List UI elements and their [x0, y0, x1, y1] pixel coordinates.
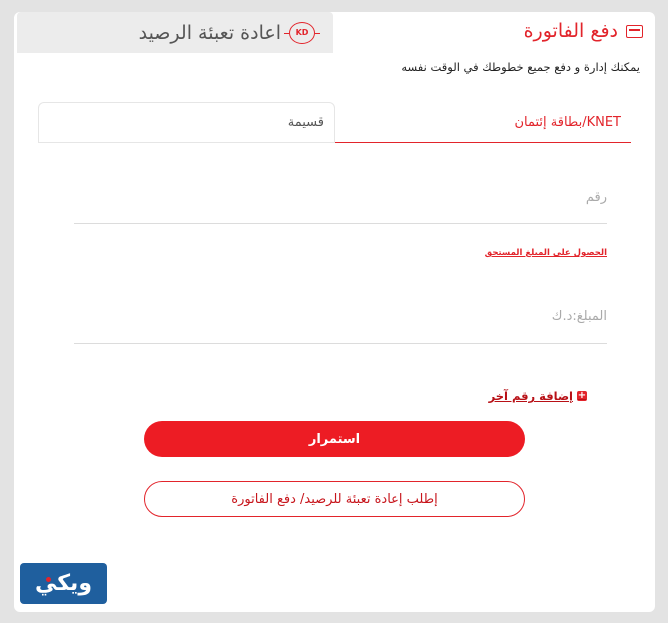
- plus-icon: +: [577, 390, 587, 401]
- continue-button[interactable]: استمرار: [144, 421, 525, 457]
- add-number-label: إضافة رقم آخر: [488, 389, 573, 403]
- tab-pay-bill-label: دفع الفاتورة: [523, 20, 618, 42]
- get-due-amount-link[interactable]: الحصول على المبلغ المستحق: [485, 248, 607, 258]
- payment-methods: قسيمة KNET/بطاقة إئتمان: [38, 102, 631, 144]
- amount-field-wrapper: [74, 290, 607, 344]
- site-logo: ويكي: [20, 563, 107, 604]
- tab-pay-bill[interactable]: دفع الفاتورة: [333, 16, 643, 46]
- method-tab-installment[interactable]: قسيمة: [38, 102, 335, 143]
- number-field-wrapper: [74, 172, 607, 224]
- request-recharge-button[interactable]: إطلب إعادة تعبئة للرصيد/ دفع الفاتورة: [144, 481, 525, 517]
- subtitle: يمكنك إدارة و دفع جميع خطوطك في الوقت نف…: [401, 60, 640, 74]
- method-tab-knet[interactable]: KNET/بطاقة إئتمان: [335, 102, 631, 143]
- kd-icon: KD: [284, 21, 320, 44]
- number-input[interactable]: [74, 172, 607, 223]
- logo-dot: [46, 577, 51, 582]
- logo-text: ويكي: [35, 571, 92, 596]
- wallet-icon: [626, 24, 643, 38]
- amount-input[interactable]: [74, 290, 607, 343]
- tab-recharge[interactable]: KD اعادة تعبئة الرصيد: [17, 12, 333, 53]
- add-number-link[interactable]: + إضافة رقم آخر: [489, 389, 587, 403]
- tab-recharge-label: اعادة تعبئة الرصيد: [138, 21, 281, 44]
